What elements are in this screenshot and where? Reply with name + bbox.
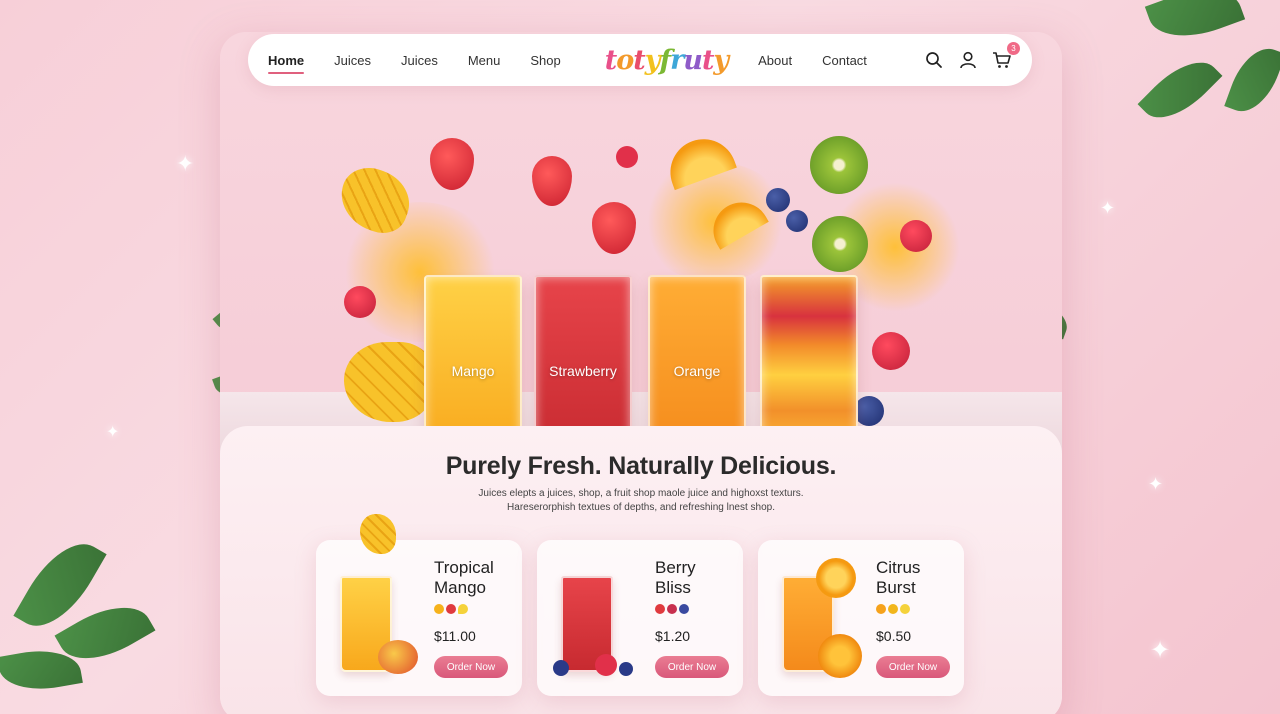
ingredient-icons	[655, 604, 689, 614]
cart-icon[interactable]: 3	[992, 42, 1020, 70]
blueberry-icon	[679, 604, 689, 614]
sparkle-icon: ✦	[1150, 636, 1171, 664]
nav-link-contact[interactable]: Contact	[822, 53, 867, 68]
blueberry-fruit	[619, 662, 633, 676]
strawberry-fruit	[592, 202, 636, 254]
content-section: Purely Fresh. Naturally Delicious. Juice…	[220, 426, 1062, 714]
nav-link-juices[interactable]: Juices	[401, 53, 438, 68]
page-headline: Purely Fresh. Naturally Delicious.	[445, 452, 837, 480]
product-card[interactable]: Berry Bliss $1.20 Order Now	[537, 540, 743, 696]
order-now-button[interactable]: Order Now	[434, 656, 508, 678]
kiwi-fruit	[810, 136, 868, 194]
blueberry-fruit	[786, 210, 808, 232]
search-icon[interactable]	[924, 50, 944, 70]
product-card[interactable]: Tropical Mango $11.00 Order Now	[316, 514, 522, 696]
mango-icon	[434, 604, 444, 614]
sparkle-icon: ✦	[106, 422, 120, 441]
page-frame: Mango Strawberry Orange Home Juices Juic…	[220, 32, 1062, 714]
ingredient-icons	[434, 604, 468, 614]
subheadline-line-2: Hareserorphish textues of depths, and re…	[507, 502, 775, 513]
glass-label: Strawberry	[549, 363, 617, 379]
raspberry-fruit	[616, 146, 638, 168]
blueberry-fruit	[553, 660, 569, 676]
kiwi-fruit	[812, 216, 868, 272]
leaf-decoration	[1144, 0, 1246, 51]
subheadline-line-1: Juices elepts a juices, shop, a fruit sh…	[478, 488, 804, 499]
product-price: $0.50	[876, 628, 912, 644]
raspberry-fruit	[900, 220, 932, 252]
strawberry-icon	[655, 604, 665, 614]
blueberry-fruit	[854, 396, 884, 426]
strawberry-fruit	[430, 138, 474, 190]
sparkle-icon: ✦	[176, 152, 195, 177]
lemon-icon	[900, 604, 910, 614]
leaf-decoration	[1137, 47, 1223, 133]
sparkle-icon: ✦	[1100, 198, 1116, 219]
sparkle-icon: ✦	[1148, 474, 1164, 495]
mango-fruit	[360, 514, 396, 554]
orange-fruit	[816, 558, 856, 598]
blueberry-fruit	[766, 188, 790, 212]
order-now-button[interactable]: Order Now	[876, 656, 950, 678]
nav-link-shop[interactable]: Shop	[530, 53, 560, 68]
raspberry-fruit	[872, 332, 910, 370]
brand-logo[interactable]: totyfruty	[605, 45, 729, 76]
product-price: $1.20	[655, 628, 691, 644]
top-nav: Home Juices Juices Menu Shop totyfruty A…	[248, 34, 1032, 86]
orange-icon	[888, 604, 898, 614]
strawberry-fruit	[532, 156, 572, 206]
orange-fruit	[818, 634, 862, 678]
mango-fruit	[378, 640, 418, 674]
product-name: Tropical Mango	[434, 558, 494, 597]
product-price: $11.00	[434, 628, 476, 644]
product-name: Berry Bliss	[655, 558, 696, 597]
nav-link-about[interactable]: About	[758, 53, 792, 68]
hero-banner: Mango Strawberry Orange	[220, 92, 1062, 482]
order-now-button[interactable]: Order Now	[655, 656, 729, 678]
mango-fruit	[344, 342, 434, 422]
nav-link-juices[interactable]: Juices	[334, 53, 371, 68]
cart-count-badge: 3	[1007, 42, 1020, 55]
ingredient-icons	[876, 604, 910, 614]
product-card[interactable]: Citrus Burst $0.50 Order Now	[758, 540, 964, 696]
raspberry-icon	[667, 604, 677, 614]
raspberry-fruit	[595, 654, 617, 676]
nav-icons: 3	[924, 42, 1020, 70]
glass-label: Orange	[673, 363, 721, 379]
user-icon[interactable]	[958, 50, 978, 70]
leaf-decoration	[1224, 40, 1280, 120]
glass-label: Mango	[451, 363, 495, 379]
banana-icon	[458, 604, 468, 614]
product-name: Citrus Burst	[876, 558, 921, 597]
nav-link-menu[interactable]: Menu	[468, 53, 501, 68]
strawberry-icon	[446, 604, 456, 614]
raspberry-fruit	[344, 286, 376, 318]
orange-icon	[876, 604, 886, 614]
nav-link-home[interactable]: Home	[268, 53, 305, 74]
